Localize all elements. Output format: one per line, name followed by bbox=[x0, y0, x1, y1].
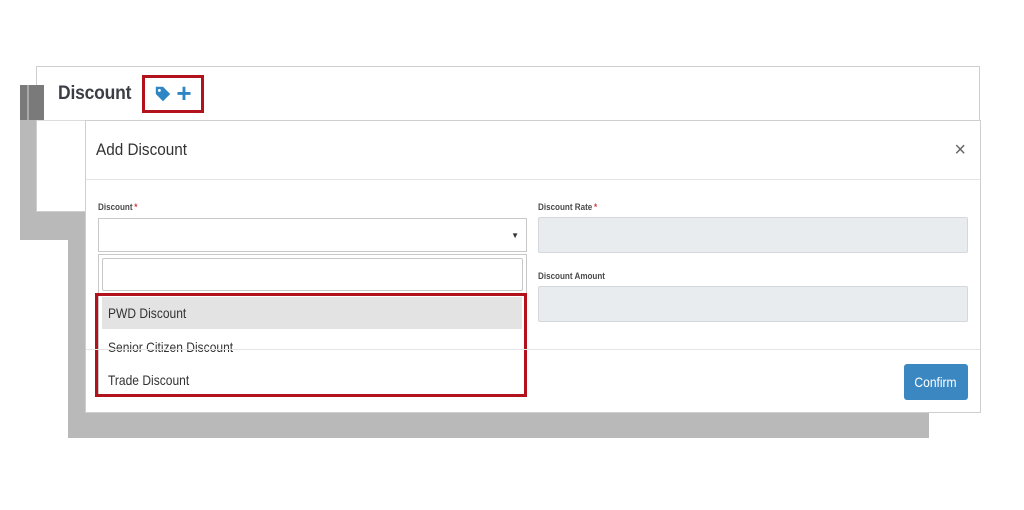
panel-content-peek bbox=[20, 85, 44, 120]
discount-select[interactable]: ▼ bbox=[98, 218, 527, 252]
add-discount-button[interactable]: + bbox=[142, 75, 204, 113]
discount-rate-field[interactable] bbox=[538, 217, 968, 253]
discount-label: Discount * bbox=[98, 202, 137, 213]
plus-icon: + bbox=[176, 78, 192, 108]
required-marker: * bbox=[593, 202, 598, 213]
discount-label-text: Discount bbox=[98, 202, 133, 213]
confirm-button[interactable]: Confirm bbox=[904, 364, 968, 400]
discount-rate-label: Discount Rate * bbox=[538, 202, 597, 213]
required-marker: * bbox=[134, 202, 138, 213]
discount-amount-label: Discount Amount bbox=[538, 271, 605, 282]
dropdown-search-input[interactable] bbox=[102, 258, 523, 291]
tag-icon bbox=[156, 86, 171, 102]
discount-amount-field[interactable] bbox=[538, 286, 968, 322]
caret-down-icon: ▼ bbox=[511, 231, 519, 240]
confirm-button-label: Confirm bbox=[914, 374, 958, 390]
discount-rate-label-text: Discount Rate bbox=[538, 202, 593, 213]
options-highlight-box bbox=[95, 293, 527, 397]
modal-footer-divider bbox=[86, 349, 980, 350]
panel-title: Discount bbox=[58, 82, 132, 104]
close-icon[interactable]: × bbox=[954, 140, 966, 160]
modal-header: Add Discount × bbox=[86, 121, 980, 180]
discount-amount-label-text: Discount Amount bbox=[538, 271, 605, 282]
add-discount-modal: Add Discount × Discount * ▼ PWD Discount … bbox=[85, 120, 981, 413]
modal-title: Add Discount bbox=[96, 140, 188, 159]
